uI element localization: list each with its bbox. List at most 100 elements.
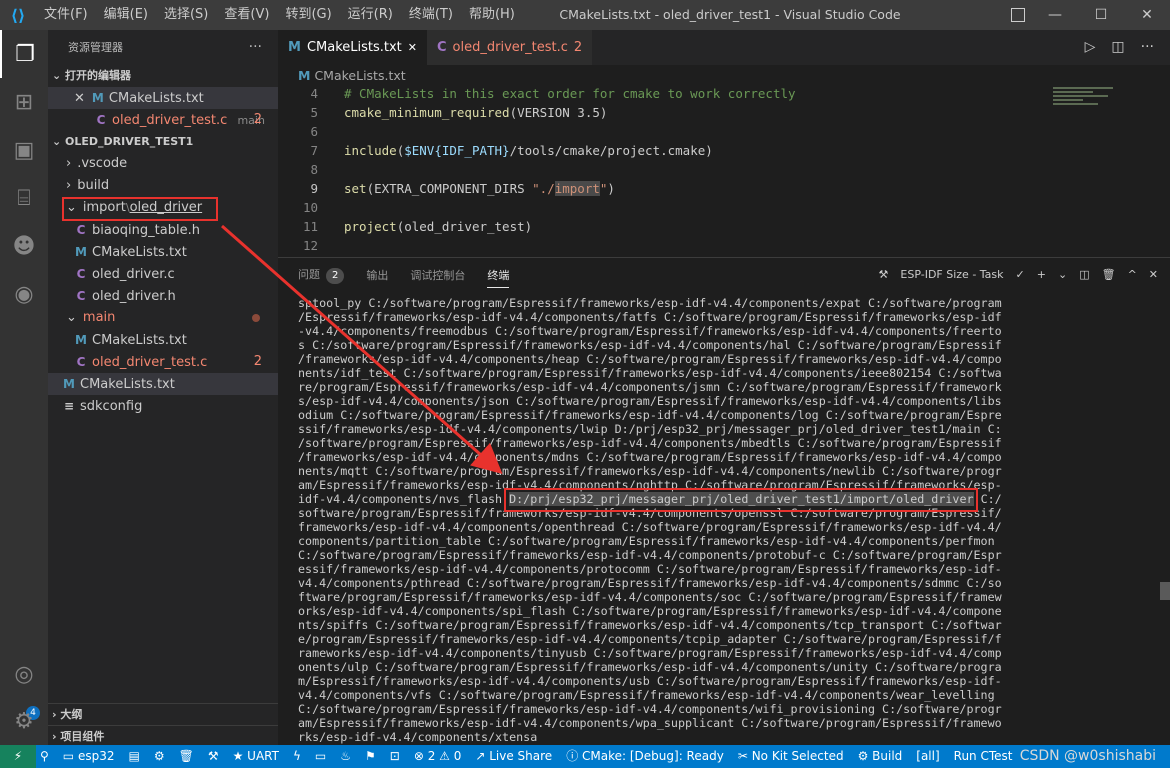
run-icon[interactable]: ▷: [1085, 30, 1096, 65]
tree-file[interactable]: M CMakeLists.txt: [48, 373, 278, 395]
menu-bar: 文件(F) 编辑(E) 选择(S) 查看(V) 转到(G) 运行(R) 终端(T…: [36, 0, 523, 30]
terminal-line: /software/program/Espressif/frameworks/e…: [298, 436, 1002, 450]
uart-item[interactable]: ★ UART: [233, 745, 279, 768]
line-number: 5: [310, 105, 318, 120]
tab-close-icon[interactable]: ✕: [408, 30, 417, 65]
menu-file[interactable]: 文件(F): [36, 0, 96, 30]
tab-oled-driver-test[interactable]: C oled_driver_test.c 2: [427, 30, 593, 65]
menu-edit[interactable]: 编辑(E): [96, 0, 156, 30]
remote-explorer-icon[interactable]: ▣: [0, 126, 48, 174]
c-file-icon: C: [76, 223, 86, 237]
close-icon[interactable]: ✕: [74, 91, 85, 106]
terminal-line: odium C:/software/program/Espressif/fram…: [298, 408, 1002, 422]
problems-item[interactable]: ⊗ 2 ⚠ 0: [414, 745, 462, 768]
tab-label: 问题: [298, 267, 320, 281]
tab-terminal[interactable]: 终端: [487, 267, 510, 288]
menu-view[interactable]: 查看(V): [216, 0, 277, 30]
tree-file[interactable]: Cbiaoqing_table.h: [48, 219, 278, 241]
tab-output[interactable]: 输出: [366, 267, 388, 283]
close-panel-icon[interactable]: ✕: [1149, 258, 1158, 291]
tree-file[interactable]: Coled_driver.h: [48, 285, 278, 307]
target-item[interactable]: ▭ esp32: [63, 745, 115, 768]
settings-gear-icon[interactable]: ⚙: [0, 697, 48, 745]
outline-section[interactable]: › 大纲: [48, 703, 278, 725]
remote-indicator[interactable]: ⚡: [0, 745, 36, 768]
debug-icon[interactable]: ⚑: [365, 745, 376, 768]
monitor-icon[interactable]: ▭: [315, 745, 326, 768]
line-number: 8: [310, 162, 318, 177]
chevron-down-icon: ⌄: [66, 310, 77, 325]
plug-icon[interactable]: ⚲: [40, 745, 49, 768]
check-icon[interactable]: ✓: [1016, 258, 1025, 291]
cmake-status[interactable]: ⓘ CMake: [Debug]: Ready: [566, 745, 724, 768]
minimap[interactable]: [1053, 87, 1123, 117]
tab-cmakelists[interactable]: M CMakeLists.txt ✕: [278, 30, 427, 65]
terminal-icon[interactable]: ⊡: [390, 745, 400, 768]
minimize-button[interactable]: —: [1032, 0, 1078, 30]
gear-icon[interactable]: ⚙: [154, 745, 165, 768]
menu-selection[interactable]: 选择(S): [156, 0, 216, 30]
flash-icon[interactable]: ϟ: [293, 745, 301, 768]
menu-go[interactable]: 转到(G): [277, 0, 339, 30]
folder-icon[interactable]: ▤: [128, 745, 139, 768]
tab-problems[interactable]: 问题 2: [298, 266, 345, 284]
tree-file[interactable]: M CMakeLists.txt: [48, 329, 278, 351]
split-terminal-icon[interactable]: ◫: [1079, 258, 1089, 291]
espressif-icon[interactable]: ◉: [0, 270, 48, 318]
terminal-line: sptool_py C:/software/program/Espressif/…: [298, 296, 1002, 310]
tree-file[interactable]: Coled_driver_test.c 2: [48, 351, 278, 373]
terminal-view-icon[interactable]: ⌸: [0, 174, 48, 222]
live-share-item[interactable]: ↗ Live Share: [475, 745, 552, 768]
panel-actions: ⚒ ESP-IDF Size - Task ✓ + ⌄ ◫ 🗑 ^ ✕: [879, 258, 1158, 291]
kit-item[interactable]: ✂ No Kit Selected: [738, 745, 844, 768]
terminal-output[interactable]: sptool_py C:/software/program/Espressif/…: [298, 296, 1003, 744]
new-terminal-icon[interactable]: +: [1037, 258, 1046, 291]
chevron-down-icon[interactable]: ⌄: [1058, 258, 1067, 291]
project-section[interactable]: ⌄ OLED_DRIVER_TEST1: [48, 131, 278, 153]
tab-label: oled_driver_test.c: [452, 40, 568, 55]
run-ctest[interactable]: Run CTest: [954, 745, 1013, 768]
fire-icon[interactable]: ♨: [340, 745, 351, 768]
split-editor-icon[interactable]: ◫: [1111, 30, 1124, 65]
more-actions-icon[interactable]: ···: [1141, 30, 1154, 65]
tree-folder[interactable]: › build: [48, 175, 278, 197]
terminal-scrollbar[interactable]: [1160, 582, 1170, 600]
maximize-button[interactable]: ☐: [1078, 0, 1124, 30]
tree-folder[interactable]: ⌄ main: [48, 307, 278, 329]
flame-icon[interactable]: ⚒: [208, 745, 219, 768]
close-window-button[interactable]: ✕: [1124, 0, 1170, 30]
trash-icon[interactable]: 🗑: [1102, 258, 1116, 291]
tree-file[interactable]: Coled_driver.c: [48, 263, 278, 285]
file-name: oled_driver.h: [92, 289, 176, 304]
android-icon[interactable]: ☻: [0, 222, 48, 270]
maximize-panel-icon[interactable]: ^: [1128, 258, 1137, 291]
tab-debug-console[interactable]: 调试控制台: [410, 267, 465, 283]
code-line: 9 set(EXTRA_COMPONENT_DIRS "./import"): [278, 179, 615, 198]
file-name: oled_driver.c: [92, 267, 175, 282]
tree-file[interactable]: M CMakeLists.txt: [48, 241, 278, 263]
open-editor-item[interactable]: Coled_driver_test.c main 2: [48, 109, 278, 131]
code-function: cmake_minimum_required: [344, 105, 510, 120]
layout-icon[interactable]: [1011, 8, 1025, 22]
target-all[interactable]: [all]: [916, 745, 939, 768]
account-icon[interactable]: ◎: [0, 650, 48, 698]
open-editor-item[interactable]: ✕ M CMakeLists.txt: [48, 87, 278, 109]
trash-icon[interactable]: 🗑: [179, 745, 194, 768]
menu-terminal[interactable]: 终端(T): [401, 0, 461, 30]
code-line: 5 cmake_minimum_required(VERSION 3.5): [278, 103, 607, 122]
tree-file[interactable]: ≡ sdkconfig: [48, 395, 278, 417]
open-editors-section[interactable]: ⌄ 打开的编辑器: [48, 65, 278, 87]
components-section[interactable]: › 项目组件: [48, 725, 278, 747]
explorer-icon[interactable]: ❐: [0, 30, 48, 78]
extensions-icon[interactable]: ⊞: [0, 78, 48, 126]
tree-folder[interactable]: › .vscode: [48, 153, 278, 175]
task-selector[interactable]: ESP-IDF Size - Task: [900, 258, 1003, 291]
terminal-line: nents/idf_test C:/software/program/Espre…: [298, 366, 1002, 380]
terminal-line: am/Espressif/frameworks/esp-idf-v4.4/com…: [298, 716, 1002, 730]
code-editor[interactable]: 4 # CMakeLists in this exact order for cm…: [278, 86, 1170, 257]
menu-run[interactable]: 运行(R): [340, 0, 401, 30]
more-actions-icon[interactable]: ···: [249, 30, 262, 65]
code-text: (VERSION 3.5): [509, 105, 608, 120]
build-item[interactable]: ⚙ Build: [858, 745, 903, 768]
cmake-file-icon: M: [91, 91, 104, 105]
